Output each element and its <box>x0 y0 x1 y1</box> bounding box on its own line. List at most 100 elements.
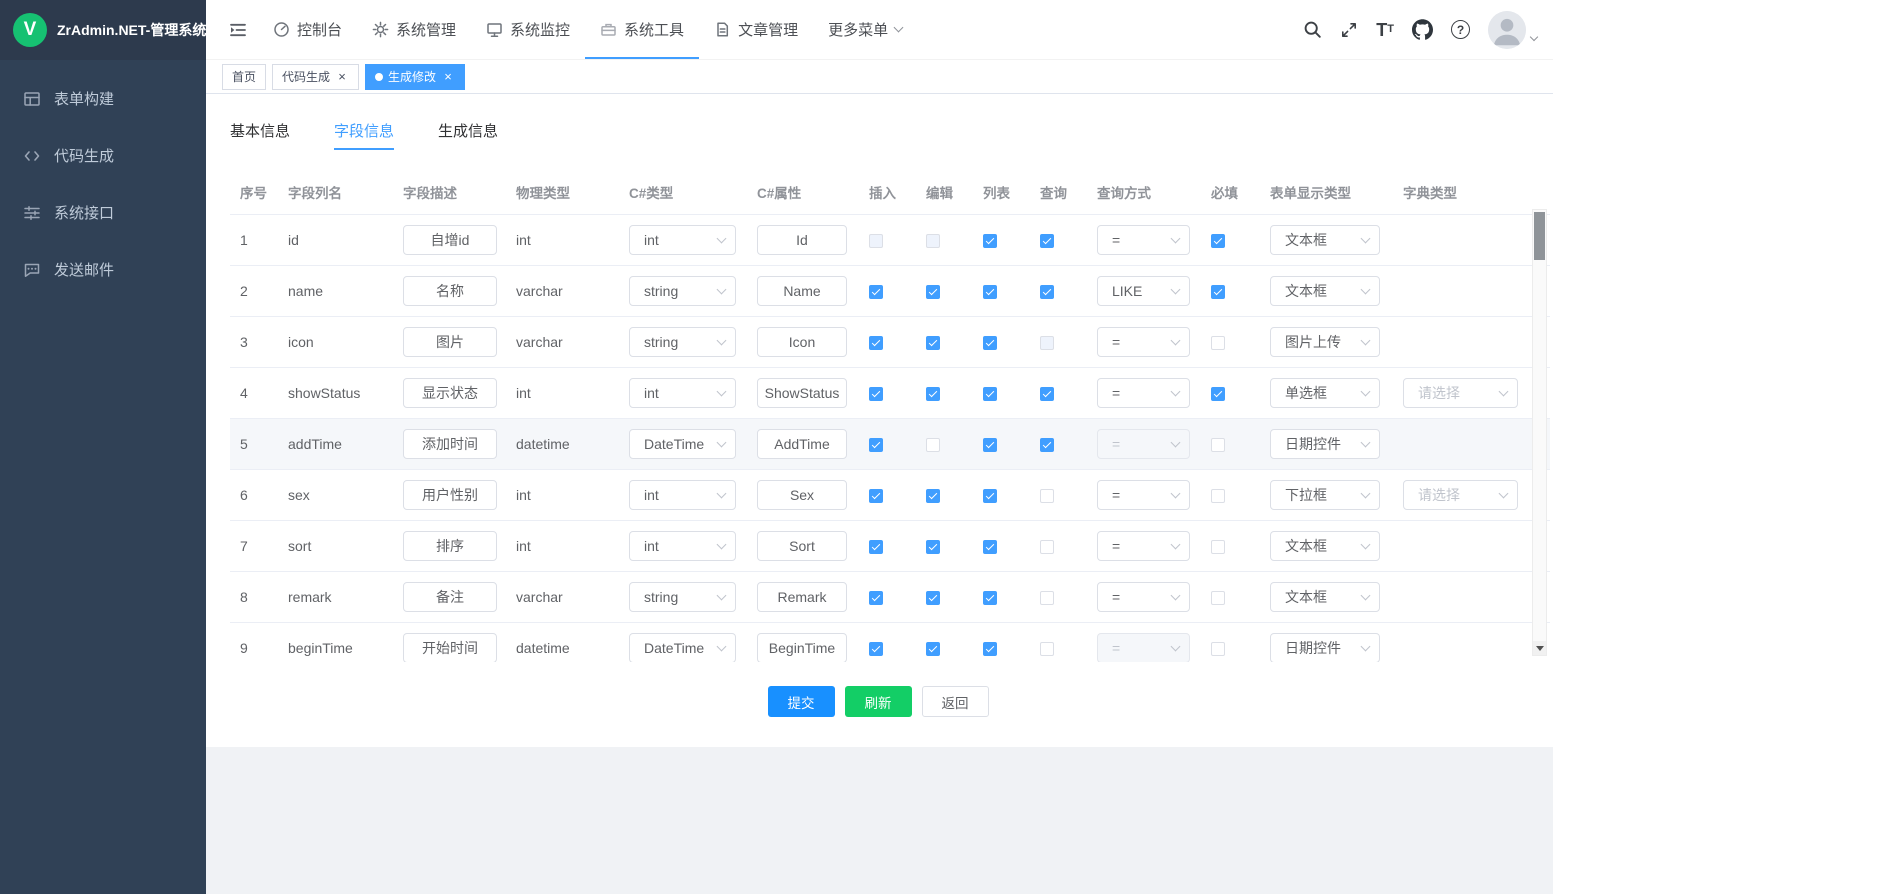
cs-type-select[interactable]: string <box>629 582 736 612</box>
list-checkbox[interactable] <box>983 234 997 248</box>
insert-checkbox[interactable] <box>869 540 883 554</box>
required-checkbox[interactable] <box>1211 438 1225 452</box>
list-checkbox[interactable] <box>983 540 997 554</box>
display-type-select[interactable]: 日期控件 <box>1270 633 1380 662</box>
cs-property-input[interactable] <box>757 480 847 510</box>
query-checkbox[interactable] <box>1040 591 1054 605</box>
description-input[interactable] <box>403 276 497 306</box>
hamburger-button[interactable] <box>218 0 258 59</box>
required-checkbox[interactable] <box>1211 336 1225 350</box>
required-checkbox[interactable] <box>1211 642 1225 656</box>
cs-type-select[interactable]: int <box>629 225 736 255</box>
insert-checkbox[interactable] <box>869 591 883 605</box>
edit-checkbox[interactable] <box>926 285 940 299</box>
cs-property-input[interactable] <box>757 633 847 662</box>
insert-checkbox[interactable] <box>869 642 883 656</box>
edit-checkbox[interactable] <box>926 387 940 401</box>
cs-type-select[interactable]: int <box>629 480 736 510</box>
cs-property-input[interactable] <box>757 378 847 408</box>
description-input[interactable] <box>403 327 497 357</box>
user-menu[interactable] <box>1488 11 1537 49</box>
display-type-select[interactable]: 单选框 <box>1270 378 1380 408</box>
cs-property-input[interactable] <box>757 531 847 561</box>
cs-property-input[interactable] <box>757 225 847 255</box>
cs-type-select[interactable]: string <box>629 276 736 306</box>
list-checkbox[interactable] <box>983 336 997 350</box>
list-checkbox[interactable] <box>983 489 997 503</box>
display-type-select[interactable]: 文本框 <box>1270 276 1380 306</box>
insert-checkbox[interactable] <box>869 387 883 401</box>
scrollbar-down-button[interactable] <box>1533 641 1546 655</box>
display-type-select[interactable]: 文本框 <box>1270 225 1380 255</box>
cs-property-input[interactable] <box>757 276 847 306</box>
cs-type-select[interactable]: string <box>629 327 736 357</box>
query-mode-select[interactable]: = <box>1097 480 1190 510</box>
cs-type-select[interactable]: DateTime <box>629 429 736 459</box>
refresh-button[interactable]: 刷新 <box>845 686 912 717</box>
insert-checkbox[interactable] <box>869 336 883 350</box>
edit-checkbox[interactable] <box>926 438 940 452</box>
sidebar-item-send-mail[interactable]: 发送邮件 <box>0 241 206 298</box>
close-icon[interactable]: × <box>335 70 349 84</box>
search-button[interactable] <box>1303 20 1322 39</box>
insert-checkbox[interactable] <box>869 438 883 452</box>
edit-checkbox[interactable] <box>926 489 940 503</box>
back-button[interactable]: 返回 <box>922 686 989 717</box>
query-mode-select[interactable]: LIKE <box>1097 276 1190 306</box>
topnav-item-article-manage[interactable]: 文章管理 <box>699 0 813 59</box>
edit-checkbox[interactable] <box>926 642 940 656</box>
fullscreen-button[interactable] <box>1340 21 1358 39</box>
sidebar-item-system-api[interactable]: 系统接口 <box>0 184 206 241</box>
github-button[interactable] <box>1412 19 1433 40</box>
required-checkbox[interactable] <box>1211 285 1225 299</box>
list-checkbox[interactable] <box>983 438 997 452</box>
query-checkbox[interactable] <box>1040 642 1054 656</box>
topnav-item-system-tools[interactable]: 系统工具 <box>585 0 699 59</box>
description-input[interactable] <box>403 225 497 255</box>
tab-field-info[interactable]: 字段信息 <box>312 114 416 150</box>
cs-property-input[interactable] <box>757 582 847 612</box>
tab-basic-info[interactable]: 基本信息 <box>230 114 312 150</box>
cs-type-select[interactable]: DateTime <box>629 633 736 662</box>
topnav-item-more-menu[interactable]: 更多菜单 <box>813 0 917 59</box>
description-input[interactable] <box>403 480 497 510</box>
topnav-item-console[interactable]: 控制台 <box>258 0 357 59</box>
query-checkbox[interactable] <box>1040 540 1054 554</box>
sidebar-item-form-build[interactable]: 表单构建 <box>0 70 206 127</box>
query-mode-select[interactable]: = <box>1097 531 1190 561</box>
query-checkbox[interactable] <box>1040 438 1054 452</box>
edit-checkbox[interactable] <box>926 591 940 605</box>
required-checkbox[interactable] <box>1211 387 1225 401</box>
query-mode-select[interactable]: = <box>1097 225 1190 255</box>
description-input[interactable] <box>403 633 497 662</box>
query-checkbox[interactable] <box>1040 285 1054 299</box>
dict-type-select[interactable]: 请选择 <box>1403 378 1518 408</box>
query-mode-select[interactable]: = <box>1097 582 1190 612</box>
query-checkbox[interactable] <box>1040 489 1054 503</box>
required-checkbox[interactable] <box>1211 234 1225 248</box>
topnav-item-system-manage[interactable]: 系统管理 <box>357 0 471 59</box>
tag-home[interactable]: 首页 <box>222 64 266 90</box>
topnav-item-system-monitor[interactable]: 系统监控 <box>471 0 585 59</box>
cs-property-input[interactable] <box>757 327 847 357</box>
cs-type-select[interactable]: int <box>629 531 736 561</box>
tag-gen-edit[interactable]: 生成修改 × <box>365 64 465 90</box>
display-type-select[interactable]: 文本框 <box>1270 582 1380 612</box>
edit-checkbox[interactable] <box>926 540 940 554</box>
close-icon[interactable]: × <box>441 70 455 84</box>
app-logo[interactable]: V ZrAdmin.NET-管理系统 <box>0 0 206 60</box>
description-input[interactable] <box>403 429 497 459</box>
required-checkbox[interactable] <box>1211 540 1225 554</box>
insert-checkbox[interactable] <box>869 285 883 299</box>
tab-gen-info[interactable]: 生成信息 <box>416 114 520 150</box>
list-checkbox[interactable] <box>983 591 997 605</box>
list-checkbox[interactable] <box>983 285 997 299</box>
sidebar-item-code-gen[interactable]: 代码生成 <box>0 127 206 184</box>
dict-type-select[interactable]: 请选择 <box>1403 480 1518 510</box>
cs-property-input[interactable] <box>757 429 847 459</box>
description-input[interactable] <box>403 378 497 408</box>
cs-type-select[interactable]: int <box>629 378 736 408</box>
required-checkbox[interactable] <box>1211 489 1225 503</box>
insert-checkbox[interactable] <box>869 489 883 503</box>
submit-button[interactable]: 提交 <box>768 686 835 717</box>
